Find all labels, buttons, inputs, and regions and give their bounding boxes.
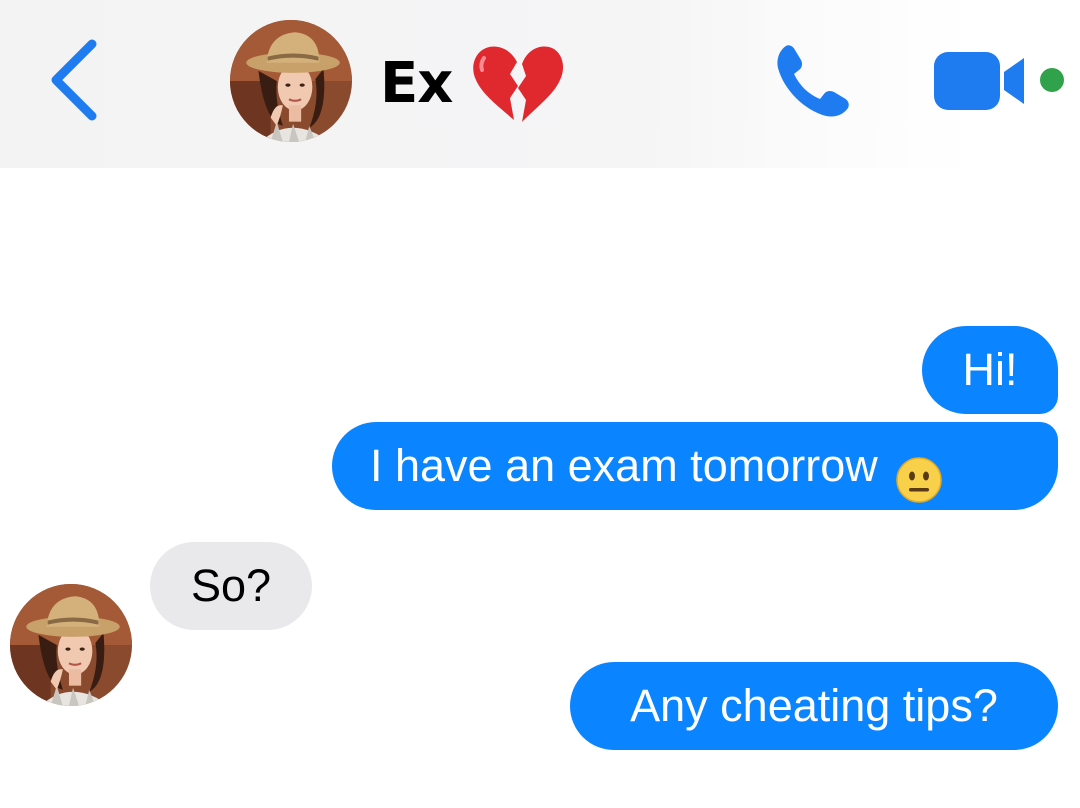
voice-call-button[interactable] <box>770 38 860 124</box>
back-button[interactable] <box>40 38 110 122</box>
message-bubble-outgoing[interactable]: Any cheating tips? <box>570 662 1058 750</box>
phone-icon <box>777 45 849 117</box>
avatar-photo <box>10 584 132 706</box>
message-text: I have an exam tomorrow <box>370 440 878 491</box>
avatar-photo <box>230 20 352 142</box>
message-bubble-incoming[interactable]: So? <box>150 542 312 630</box>
neutral-face-emoji-icon <box>895 444 942 503</box>
active-status-dot <box>1040 68 1064 92</box>
chevron-left-icon <box>51 39 97 121</box>
contact-avatar[interactable] <box>230 20 352 142</box>
message-text: Any cheating tips? <box>630 680 998 731</box>
video-call-button[interactable] <box>932 50 1030 112</box>
message-bubble-outgoing[interactable]: Hi! <box>922 326 1058 414</box>
message-bubble-outgoing[interactable]: I have an exam tomorrow <box>332 422 1058 510</box>
message-text: So? <box>190 560 272 611</box>
message-text: Hi! <box>962 344 1018 395</box>
sender-avatar[interactable] <box>10 584 132 706</box>
broken-heart-icon <box>470 42 564 126</box>
contact-name[interactable]: Ex <box>380 44 453 124</box>
video-camera-icon <box>934 52 1024 110</box>
chat-header: Ex <box>0 0 1080 168</box>
